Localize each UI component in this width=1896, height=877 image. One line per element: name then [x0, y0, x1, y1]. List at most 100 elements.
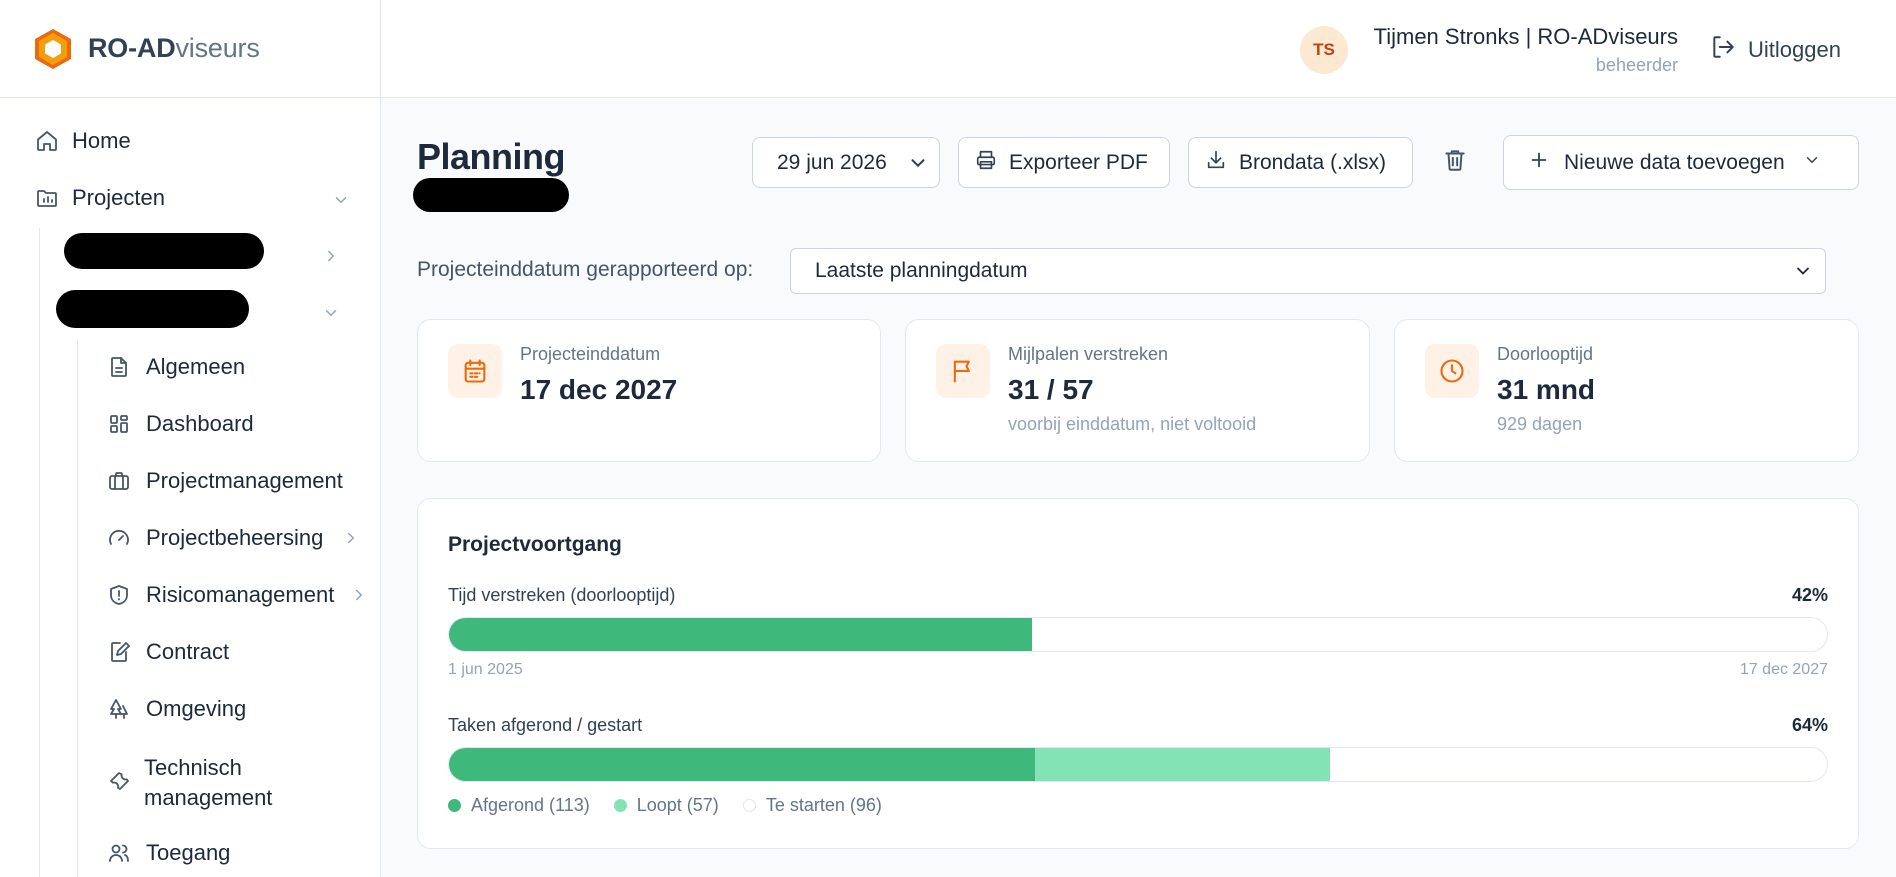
- trash-icon[interactable]: [1442, 147, 1472, 177]
- plus-icon: [1528, 149, 1550, 177]
- sidebar-item-risicomanagement[interactable]: Risicomanagement: [106, 582, 334, 608]
- stat-card-duration: Doorlooptijd 31 mnd 929 dagen: [1394, 319, 1859, 462]
- folder-chart-icon: [34, 185, 60, 211]
- new-data-button[interactable]: Nieuwe data toevoegen: [1503, 135, 1859, 190]
- trees-icon: [106, 696, 132, 722]
- legend-label: Loopt (57): [636, 795, 719, 815]
- logo-icon: [35, 28, 71, 69]
- logout-icon: [1710, 34, 1736, 66]
- sidebar-item-projects[interactable]: Projecten: [34, 185, 354, 211]
- chevron-down-icon[interactable]: [322, 304, 340, 327]
- chevron-down-icon: [1803, 151, 1821, 175]
- sidebar-item-toegang[interactable]: Toegang: [106, 840, 230, 866]
- tasks-legend: Afgerond (113) Loopt (57) Te starten (96…: [448, 795, 882, 816]
- time-progress-percent: 42%: [1791, 585, 1828, 605]
- chevron-right-icon[interactable]: [350, 586, 368, 609]
- redacted-project-item[interactable]: [64, 233, 264, 269]
- sidebar-item-label: Toegang: [146, 840, 231, 865]
- sidebar-item-label: Omgeving: [146, 696, 247, 721]
- end-date: 17 dec 2027: [1739, 661, 1828, 678]
- user-role: beheerder: [1595, 55, 1678, 75]
- stat-label: Doorlooptijd: [1497, 344, 1594, 364]
- redacted-project-item[interactable]: [56, 290, 249, 328]
- sidebar-item-technisch-management[interactable]: Technisch management: [106, 753, 294, 813]
- avatar[interactable]: TS: [1300, 26, 1348, 74]
- sidebar-item-omgeving[interactable]: Omgeving: [106, 696, 246, 722]
- brand[interactable]: RO-ADviseurs: [0, 0, 380, 98]
- chevron-down-icon: [907, 152, 929, 180]
- legend-dot: [448, 799, 461, 812]
- stat-label: Projecteinddatum: [520, 344, 661, 364]
- stat-card-end-date: Projecteinddatum 17 dec 2027: [417, 319, 881, 462]
- tree-line: [77, 340, 78, 877]
- end-date-source-select[interactable]: Laatste planningdatum: [790, 248, 1826, 294]
- legend-label: Afgerond (113): [471, 795, 590, 815]
- stat-value: 31 mnd: [1497, 374, 1596, 405]
- sidebar-item-label: Risicomanagement: [146, 582, 335, 607]
- calendar-icon: [448, 344, 502, 398]
- sidebar-item-contract[interactable]: Contract: [106, 639, 229, 665]
- legend-item-done: Afgerond (113): [448, 795, 590, 816]
- stat-sub: 929 dagen: [1497, 414, 1583, 434]
- download-icon: [1205, 149, 1227, 177]
- sidebar-item-label: Projecten: [72, 185, 165, 210]
- tasks-done-fill: [449, 748, 1035, 781]
- new-data-label: Nieuwe data toevoegen: [1564, 150, 1785, 174]
- chevron-right-icon[interactable]: [342, 529, 360, 552]
- stat-value: 31 / 57: [1008, 374, 1094, 405]
- printer-icon: [975, 149, 997, 177]
- tasks-progress-bar: [448, 747, 1828, 782]
- sidebar-item-label: Home: [72, 128, 131, 153]
- logout-label: Uitloggen: [1748, 37, 1841, 62]
- chevron-right-icon[interactable]: [322, 247, 340, 270]
- user-name: Tijmen Stronks | RO-ADviseurs: [1373, 24, 1678, 49]
- source-data-button[interactable]: Brondata (.xlsx): [1188, 137, 1413, 188]
- dashboard-icon: [106, 411, 132, 437]
- legend-item-running: Loopt (57): [613, 795, 719, 816]
- legend-dot: [613, 799, 627, 812]
- shield-icon: [106, 582, 132, 608]
- time-elapsed-fill: [449, 618, 1032, 651]
- date-select-value: 29 jun 2026: [777, 150, 887, 174]
- sidebar-item-home[interactable]: Home: [34, 128, 131, 154]
- stat-sub: voorbij einddatum, niet voltooid: [1008, 414, 1257, 434]
- home-icon: [34, 128, 60, 154]
- sidebar-item-algemeen[interactable]: Algemeen: [106, 354, 245, 380]
- document-icon: [106, 354, 132, 380]
- progress-title: Projectvoortgang: [448, 533, 622, 556]
- logout-button[interactable]: Uitloggen: [1710, 34, 1841, 66]
- sidebar-item-label: Technisch management: [144, 755, 273, 810]
- time-progress-label: Tijd verstreken (doorlooptijd): [448, 585, 676, 605]
- page-title: Planning: [417, 136, 566, 177]
- progress-card: Projectvoortgang Tijd verstreken (doorlo…: [417, 498, 1859, 849]
- tasks-progress-percent: 64%: [1791, 715, 1828, 735]
- sidebar-item-label: Contract: [146, 639, 230, 664]
- chevron-down-icon[interactable]: [332, 191, 350, 214]
- start-date: 1 jun 2025: [448, 661, 523, 678]
- chevron-down-icon: [1793, 261, 1813, 281]
- tasks-running-fill: [1034, 748, 1330, 781]
- users-icon: [106, 840, 132, 866]
- time-progress-bar: [448, 617, 1828, 652]
- sidebar-item-label: Projectbeheersing: [146, 525, 324, 550]
- stat-value: 17 dec 2027: [520, 374, 678, 405]
- export-pdf-label: Exporteer PDF: [1009, 150, 1148, 174]
- stat-label: Mijlpalen verstreken: [1008, 344, 1169, 364]
- legend-dot: [742, 799, 756, 812]
- sidebar-item-label: Algemeen: [146, 354, 246, 379]
- briefcase-icon: [106, 468, 132, 494]
- flag-icon: [936, 344, 990, 398]
- sidebar-item-label: Projectmanagement: [146, 468, 343, 493]
- brand-name: RO-ADviseurs: [88, 33, 260, 63]
- tasks-progress-label: Taken afgerond / gestart: [448, 715, 643, 735]
- sidebar: RO-ADviseurs Home Projecten Algemeen Das…: [0, 0, 381, 877]
- stat-card-milestones: Mijlpalen verstreken 31 / 57 voorbij ein…: [905, 319, 1370, 462]
- sidebar-item-projectbeheersing[interactable]: Projectbeheersing: [106, 525, 323, 551]
- sidebar-item-projectmanagement[interactable]: Projectmanagement: [106, 468, 343, 494]
- tree-line: [39, 228, 40, 877]
- wrench-icon: [106, 767, 132, 793]
- sidebar-item-dashboard[interactable]: Dashboard: [106, 411, 254, 437]
- export-pdf-button[interactable]: Exporteer PDF: [958, 137, 1170, 188]
- date-select[interactable]: 29 jun 2026: [752, 137, 940, 188]
- contract-icon: [106, 639, 132, 665]
